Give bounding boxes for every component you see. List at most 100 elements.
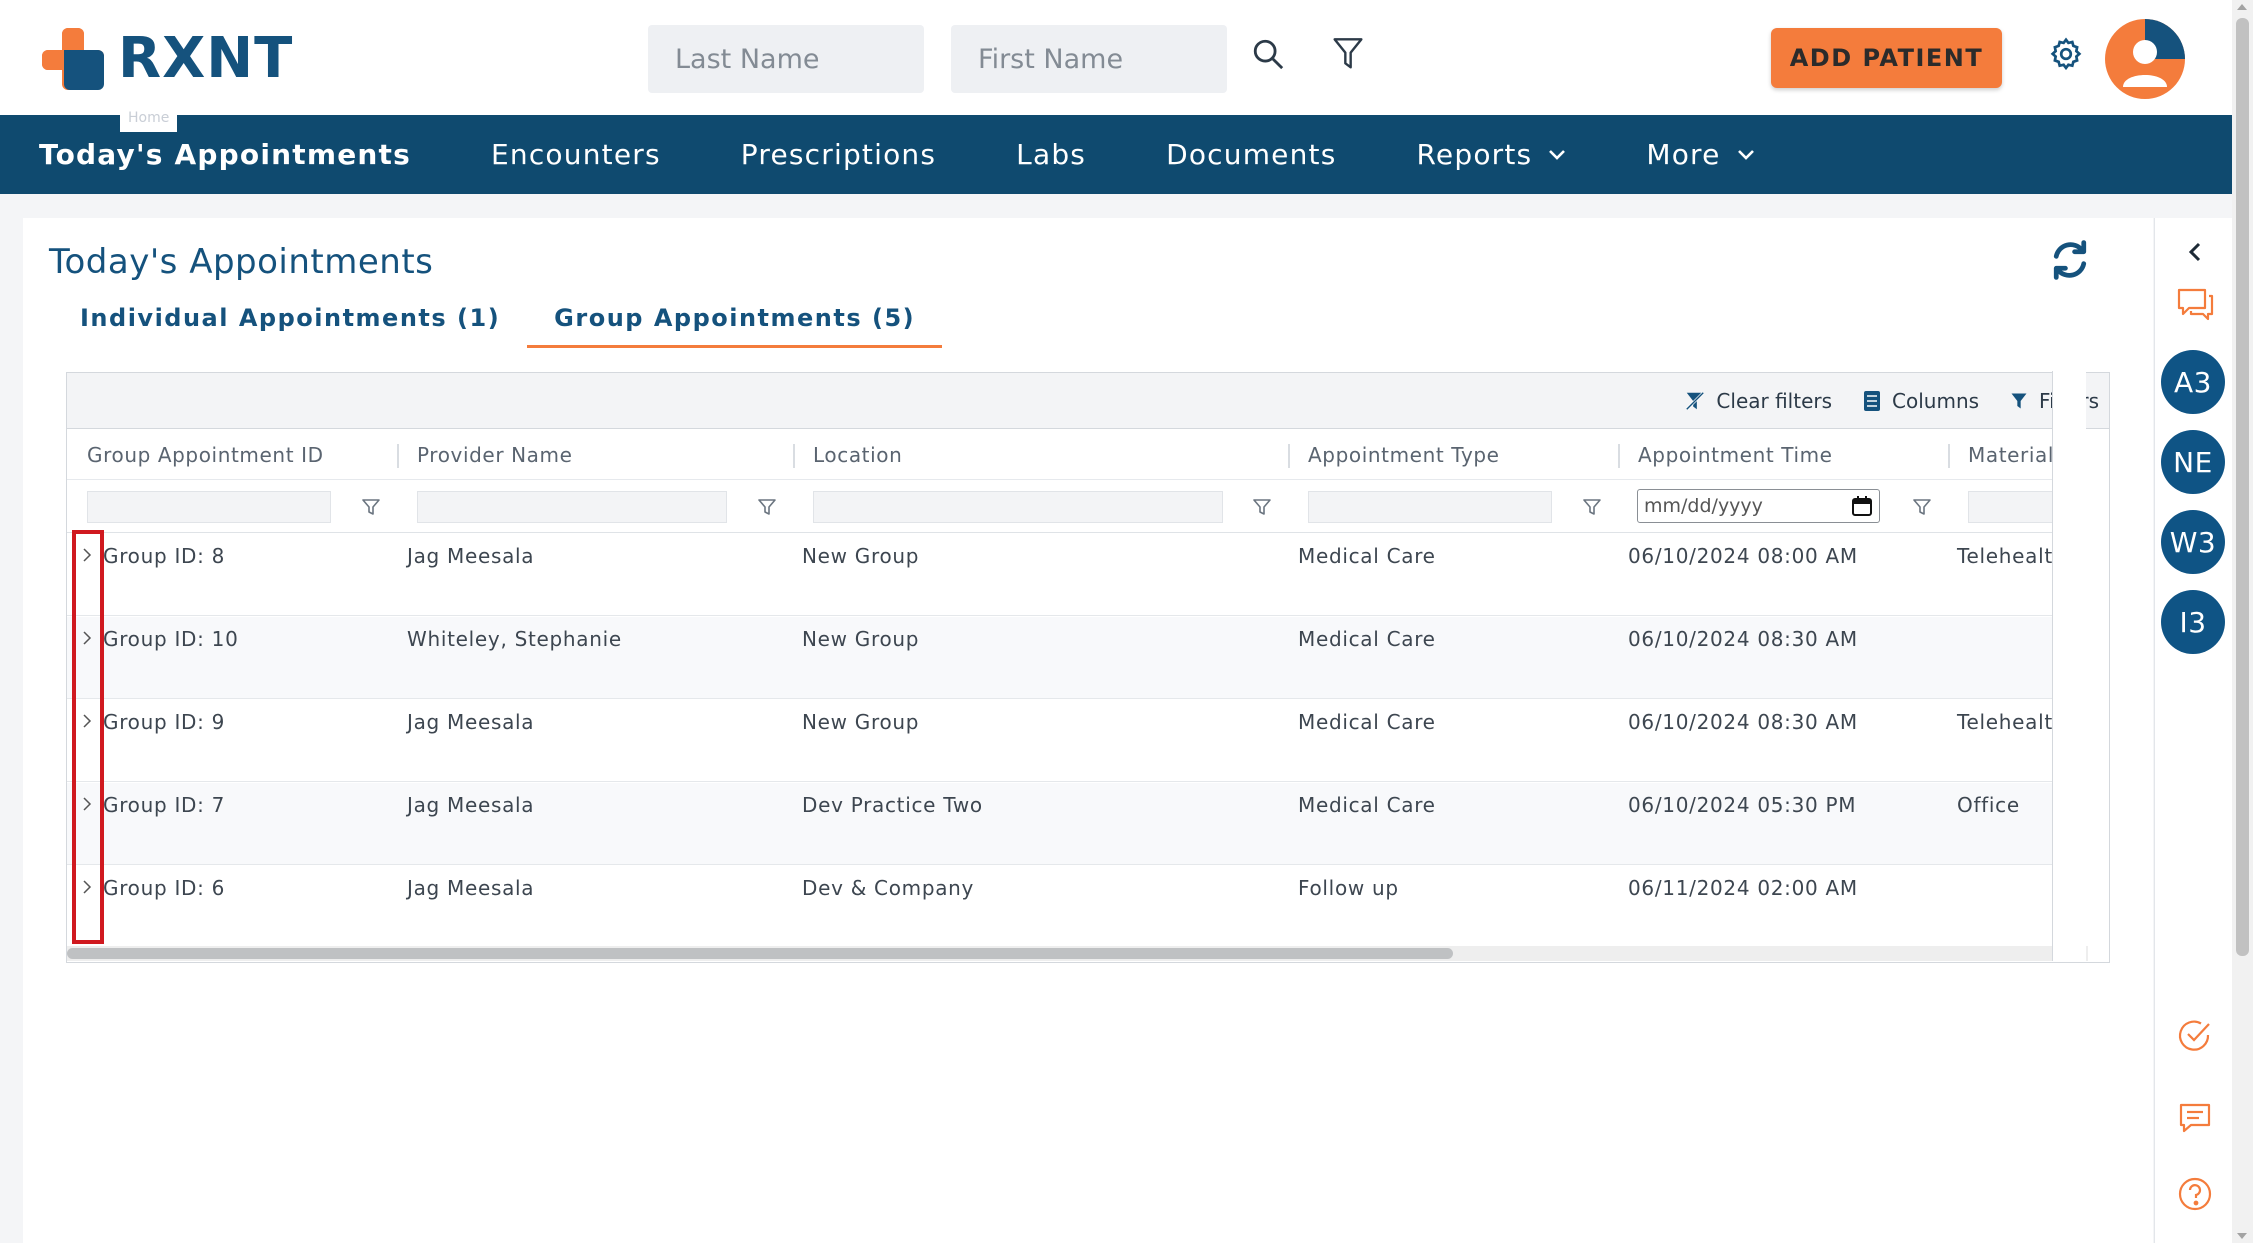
date-placeholder: mm/dd/yyyy [1644,495,1763,517]
page-title: Today's Appointments [49,242,434,282]
search-icon[interactable] [1248,34,1288,74]
filter-icon[interactable] [1250,495,1274,519]
tab-group-appointments[interactable]: Group Appointments (5) [527,290,943,348]
nav-more[interactable]: More [1646,138,1754,171]
logo-cross-icon [42,28,104,90]
filter-icon[interactable] [1910,495,1934,519]
table-row[interactable]: Group ID: 6 Jag Meesala Dev & Company Fo… [67,866,2079,948]
column-header-material[interactable]: Material [1968,430,2054,480]
filter-group-id-input[interactable] [87,491,331,523]
table-row[interactable]: Group ID: 7 Jag Meesala Dev Practice Two… [67,783,2079,865]
cell-provider: Whiteley, Stephanie [407,627,622,651]
grid-horizontal-scrollbar[interactable] [67,946,2088,961]
filter-icon[interactable] [755,495,779,519]
chevron-right-icon[interactable] [78,546,96,564]
filter-location-input[interactable] [813,491,1223,523]
cell-material: Telehealt [1957,710,2053,734]
nav-todays-appointments[interactable]: Today's Appointments [39,138,411,171]
cell-type: Medical Care [1298,793,1436,817]
scroll-down-arrow-icon[interactable] [2237,1233,2247,1239]
filter-icon[interactable] [359,495,383,519]
nav-documents[interactable]: Documents [1166,138,1336,171]
table-row[interactable]: Group ID: 10 Whiteley, Stephanie New Gro… [67,617,2079,699]
nav-prescriptions[interactable]: Prescriptions [741,138,936,171]
grid-toolbar: Clear filters Columns Filters [67,373,2109,429]
cell-location: New Group [802,710,920,734]
nav-label: Labs [1016,138,1087,171]
column-filter-row: mm/dd/yyyy [67,481,2079,533]
chevron-right-icon[interactable] [78,712,96,730]
home-tooltip: Home [120,110,178,132]
cell-group-id: Group ID: 9 [103,710,226,734]
nav-encounters[interactable]: Encounters [491,138,661,171]
nav-label: More [1646,138,1721,171]
filter-appointment-time-date[interactable]: mm/dd/yyyy [1637,489,1880,523]
column-header-provider-name[interactable]: Provider Name [417,430,573,480]
nav-reports[interactable]: Reports [1417,138,1567,171]
help-icon[interactable] [2175,1174,2215,1214]
column-header-appointment-time[interactable]: Appointment Time [1638,430,1833,480]
chevron-right-icon[interactable] [78,878,96,896]
gear-icon[interactable] [2046,34,2086,74]
clear-filters-label: Clear filters [1716,388,1833,413]
cell-type: Medical Care [1298,544,1436,568]
scrollbar-thumb[interactable] [2236,18,2249,956]
scroll-up-arrow-icon[interactable] [2237,4,2247,10]
chat-bubbles-icon[interactable] [2175,284,2215,324]
refresh-icon[interactable] [2048,238,2092,282]
columns-button[interactable]: Columns [1862,389,1979,413]
tab-individual-appointments[interactable]: Individual Appointments (1) [53,290,527,348]
cell-group-id: Group ID: 10 [103,627,239,651]
columns-icon [1864,390,1881,411]
cell-time: 06/10/2024 08:30 AM [1628,710,1858,734]
calendar-icon[interactable] [1851,495,1873,517]
user-avatar[interactable] [2105,19,2185,99]
rxnt-logo[interactable]: RXNT [42,28,293,90]
clear-filter-icon [1686,391,1705,410]
chevron-right-icon[interactable] [78,629,96,647]
rail-avatar-i3[interactable]: I3 [2161,590,2225,654]
cell-type: Medical Care [1298,710,1436,734]
grid-body: Group Appointment ID Provider Name Locat… [67,430,2079,962]
nav-label: Reports [1416,138,1533,171]
app: RXNT ADD PATIENT Today's Appointments En… [0,0,2253,1243]
main-nav: Today's Appointments Encounters Prescrip… [0,115,2232,194]
add-patient-button[interactable]: ADD PATIENT [1771,28,2002,88]
column-header-location[interactable]: Location [813,430,902,480]
chevron-right-icon[interactable] [78,795,96,813]
right-rail: A3 NE W3 I3 [2154,218,2232,1243]
filter-icon[interactable] [1580,495,1604,519]
rail-avatar-ne[interactable]: NE [2161,430,2225,494]
cell-material: Telehealt [1957,544,2053,568]
nav-labs[interactable]: Labs [1016,138,1086,171]
first-name-input[interactable] [951,25,1227,93]
chevron-left-icon[interactable] [2175,232,2215,272]
last-name-input[interactable] [648,25,924,93]
filter-icon [2011,393,2027,408]
scrollbar-thumb[interactable] [67,948,1453,959]
nav-label: Prescriptions [740,138,937,171]
nav-label: Today's Appointments [39,138,411,171]
clear-filters-button[interactable]: Clear filters [1684,389,1832,413]
page-vertical-scrollbar[interactable] [2232,0,2253,1243]
column-header-appointment-type[interactable]: Appointment Type [1308,430,1500,480]
filter-icon[interactable] [1328,34,1368,74]
cell-provider: Jag Meesala [407,710,535,734]
column-header-group-appointment-id[interactable]: Group Appointment ID [87,430,324,480]
rail-avatar-a3[interactable]: A3 [2161,350,2225,414]
table-row[interactable]: Group ID: 9 Jag Meesala New Group Medica… [67,700,2079,782]
check-circle-icon[interactable] [2175,1016,2215,1056]
grid-vertical-gutter [2052,371,2086,961]
table-row[interactable]: Group ID: 8 Jag Meesala New Group Medica… [67,534,2079,616]
filter-provider-input[interactable] [417,491,727,523]
cell-location: Dev & Company [802,876,975,900]
cell-group-id: Group ID: 6 [103,876,226,900]
filter-appointment-type-input[interactable] [1308,491,1552,523]
cell-location: Dev Practice Two [802,793,983,817]
cell-time: 06/10/2024 05:30 PM [1628,793,1857,817]
message-icon[interactable] [2175,1098,2215,1138]
nav-label: Encounters [491,138,661,171]
nav-label: Documents [1166,138,1337,171]
cell-location: New Group [802,627,920,651]
rail-avatar-w3[interactable]: W3 [2161,510,2225,574]
